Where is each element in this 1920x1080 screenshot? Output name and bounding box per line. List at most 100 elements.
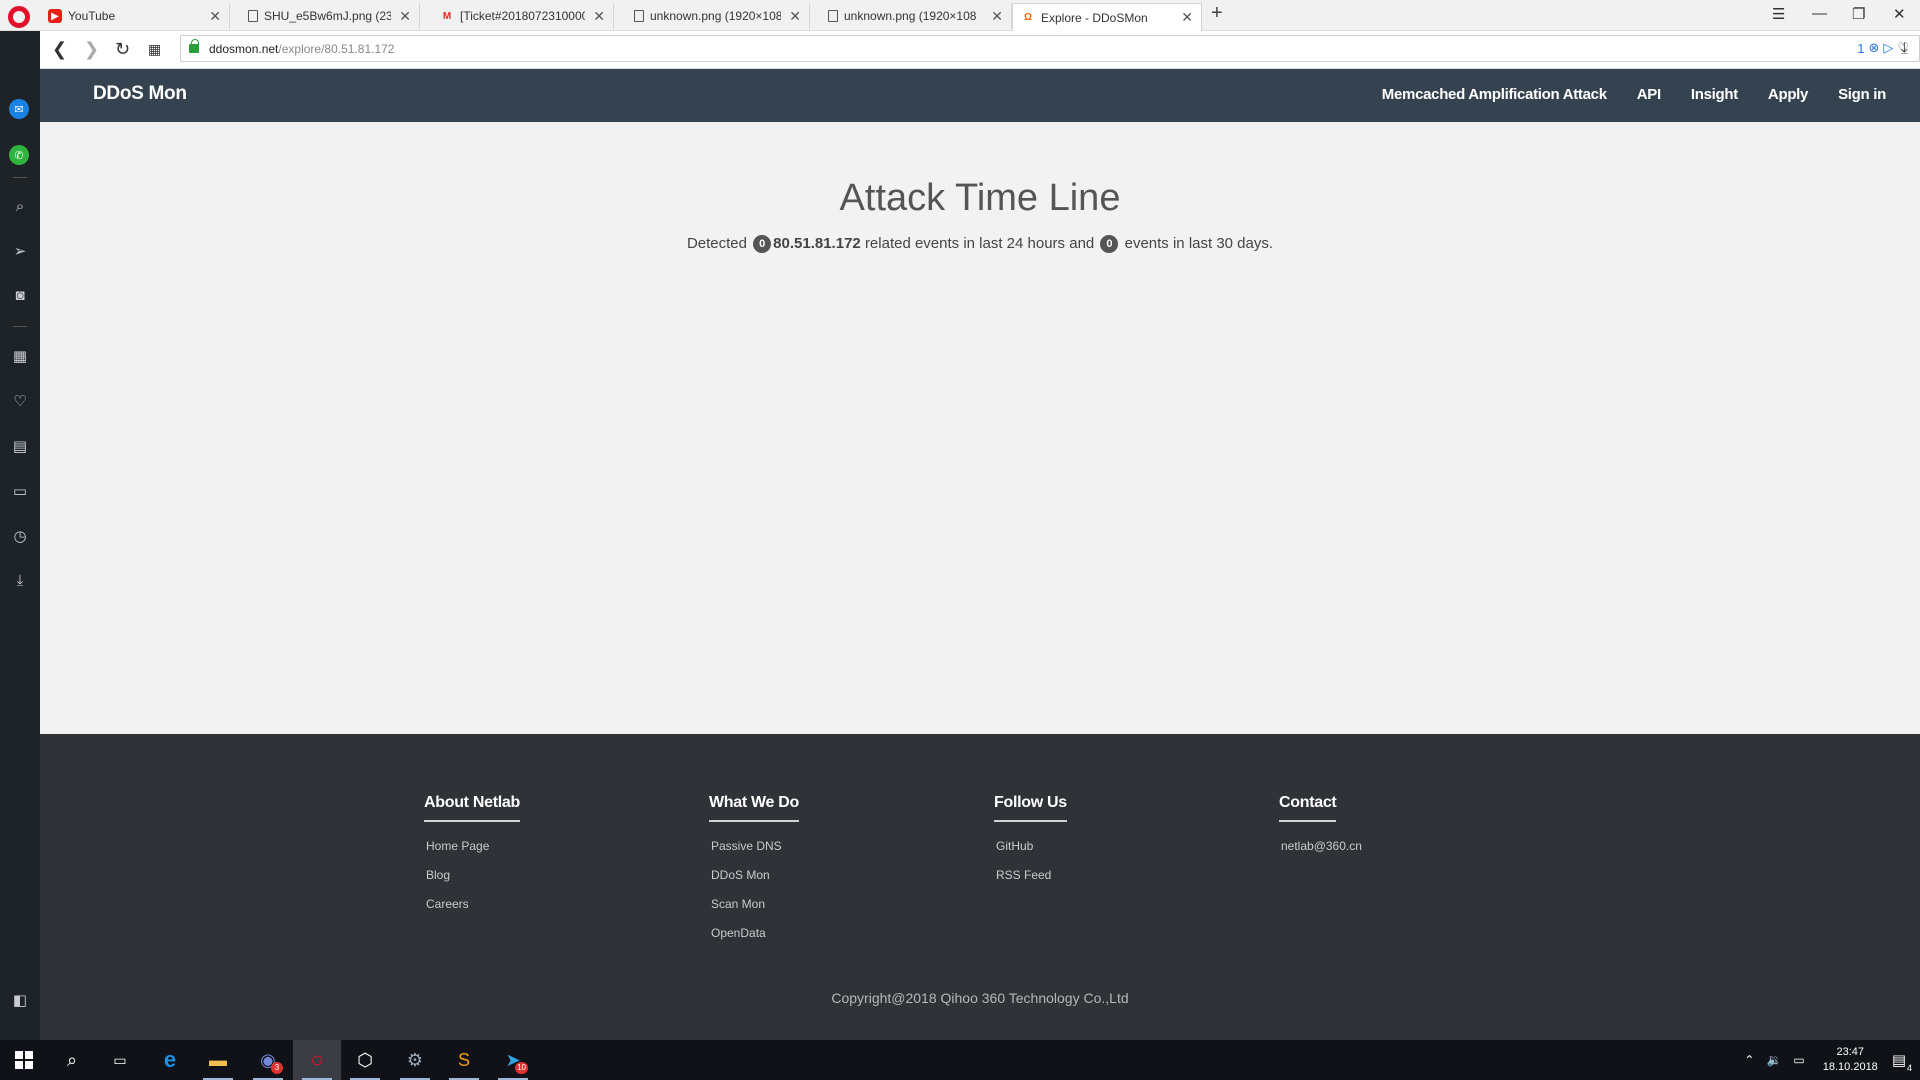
footer-about: About Netlab Home Page Blog Careers: [424, 794, 684, 919]
site-footer: About Netlab Home Page Blog Careers What…: [40, 734, 1920, 1040]
notification-count: 4: [1906, 1063, 1912, 1073]
tab-menu-icon[interactable]: ☰: [1772, 5, 1785, 23]
tab-label: unknown.png (1920×108: [844, 9, 977, 23]
sidebar-toggle-icon[interactable]: ◧: [9, 989, 31, 1011]
downloads-icon[interactable]: ⤓: [1901, 40, 1908, 58]
new-tab-button[interactable]: +: [1211, 2, 1223, 25]
tab-image-1[interactable]: SHU_e5Bw6mJ.png (233× ✕: [240, 3, 420, 29]
system-clock[interactable]: 23:47 18.10.2018: [1823, 1045, 1878, 1075]
footer-link-blog[interactable]: Blog: [424, 861, 684, 890]
close-window-button[interactable]: ✕: [1893, 5, 1906, 23]
adblock-count[interactable]: 1: [1857, 41, 1864, 56]
speed-dial-icon[interactable]: ▦: [9, 345, 31, 367]
footer-link-passive-dns[interactable]: Passive DNS: [709, 832, 969, 861]
footer-contact: Contact netlab@360.cn: [1279, 794, 1539, 861]
tab-image-3[interactable]: unknown.png (1920×108 ✕: [820, 3, 1012, 29]
footer-link-email[interactable]: netlab@360.cn: [1279, 832, 1539, 861]
news-icon[interactable]: ▤: [9, 435, 31, 457]
search-icon[interactable]: ⌕: [48, 1040, 96, 1080]
document-icon: [828, 10, 838, 22]
url-field[interactable]: ddosmon.net/explore/80.51.81.172 1 ⊗ ▷ ♡: [180, 35, 1920, 62]
opera-taskbar-icon[interactable]: ○: [293, 1040, 341, 1080]
document-icon: [634, 10, 644, 22]
site-nav-links: Memcached Amplification Attack API Insig…: [1382, 86, 1887, 103]
footer-link-scan-mon[interactable]: Scan Mon: [709, 890, 969, 919]
page-title: Attack Time Line: [839, 177, 1121, 219]
whatsapp-icon[interactable]: ✆: [9, 145, 29, 165]
minimize-button[interactable]: —: [1812, 5, 1827, 22]
telegram-icon[interactable]: ➤ 10: [489, 1040, 537, 1080]
telegram-badge: 10: [515, 1062, 528, 1074]
tab-label: SHU_e5Bw6mJ.png (233×: [264, 9, 391, 23]
nav-insight[interactable]: Insight: [1691, 86, 1738, 103]
tab-label: [Ticket#20180723100003: [460, 9, 586, 23]
detected-prefix: Detected: [686, 235, 747, 252]
search-icon[interactable]: ⌕: [9, 195, 31, 217]
document-icon: [248, 10, 258, 22]
bookmarks-heart-icon[interactable]: ♡: [9, 390, 31, 412]
opera-menu-icon[interactable]: [8, 6, 30, 28]
site-navbar: DDoS Mon Memcached Amplification Attack …: [40, 69, 1920, 122]
close-tab-icon[interactable]: ✕: [593, 8, 605, 25]
restore-button[interactable]: ❐: [1852, 5, 1865, 23]
footer-link-ddos-mon[interactable]: DDoS Mon: [709, 861, 969, 890]
network-icon[interactable]: ▭: [1793, 1053, 1804, 1067]
nav-memcached[interactable]: Memcached Amplification Attack: [1382, 86, 1607, 103]
count-30d-badge: 0: [1100, 235, 1119, 254]
adblock-icon[interactable]: ⊗: [1868, 40, 1879, 56]
tab-label: YouTube: [68, 9, 116, 23]
footer-link-home[interactable]: Home Page: [424, 832, 684, 861]
footer-heading: Contact: [1279, 794, 1337, 822]
nav-sign-in[interactable]: Sign in: [1838, 86, 1886, 103]
tab-gmail[interactable]: M [Ticket#20180723100003 ✕: [432, 3, 614, 29]
network-app-icon[interactable]: ⚙: [391, 1040, 439, 1080]
tab-youtube[interactable]: ▶ YouTube ✕: [40, 3, 230, 29]
close-tab-icon[interactable]: ✕: [991, 8, 1003, 25]
downloads-icon[interactable]: ⤓: [9, 569, 31, 591]
action-center-icon[interactable]: ▤ 4: [1892, 1051, 1912, 1073]
sublime-text-icon[interactable]: S: [440, 1040, 488, 1080]
footer-what-we-do: What We Do Passive DNS DDoS Mon Scan Mon…: [709, 794, 969, 948]
sidebar-divider: [13, 177, 27, 178]
speed-dial-icon[interactable]: ▦: [148, 40, 161, 58]
close-tab-icon[interactable]: ✕: [789, 8, 801, 25]
file-explorer-icon[interactable]: ▬: [194, 1040, 242, 1080]
start-button[interactable]: [0, 1040, 48, 1080]
tab-ddosmon[interactable]: Ω Explore - DDoSMon ✕: [1012, 3, 1202, 31]
volume-icon[interactable]: 🔉: [1766, 1053, 1781, 1067]
browser-tab-bar: ▶ YouTube ✕ SHU_e5Bw6mJ.png (233× ✕ M [T…: [0, 0, 1920, 31]
discord-icon[interactable]: ◉ 3: [244, 1040, 292, 1080]
secure-lock-icon: [189, 39, 199, 53]
footer-follow-us: Follow Us GitHub RSS Feed: [994, 794, 1254, 890]
nav-api[interactable]: API: [1637, 86, 1661, 103]
edge-icon[interactable]: e: [146, 1040, 194, 1080]
detected-suffix: events in last 30 days.: [1124, 235, 1274, 252]
virtualbox-icon[interactable]: ⬡: [341, 1040, 389, 1080]
close-tab-icon[interactable]: ✕: [209, 8, 221, 25]
send-icon[interactable]: ▷: [1883, 40, 1893, 56]
web-page: DDoS Mon Memcached Amplification Attack …: [40, 69, 1920, 1040]
close-tab-icon[interactable]: ✕: [399, 8, 411, 25]
tabs-icon[interactable]: ▭: [9, 480, 31, 502]
tab-label: unknown.png (1920×108: [650, 9, 782, 23]
forward-button[interactable]: ❯: [84, 40, 99, 58]
youtube-icon: ▶: [48, 9, 62, 23]
sidebar-divider: [13, 326, 27, 327]
footer-link-rss[interactable]: RSS Feed: [994, 861, 1254, 890]
footer-link-opendata[interactable]: OpenData: [709, 919, 969, 948]
back-button[interactable]: ❮: [52, 40, 67, 58]
site-brand[interactable]: DDoS Mon: [93, 83, 187, 105]
history-clock-icon[interactable]: ◷: [9, 525, 31, 547]
messenger-icon[interactable]: ✉: [9, 99, 29, 119]
nav-apply[interactable]: Apply: [1768, 86, 1808, 103]
show-hidden-icons-icon[interactable]: ⌃: [1744, 1053, 1754, 1067]
snapshot-camera-icon[interactable]: ◙: [9, 284, 31, 306]
reload-button[interactable]: ↻: [115, 40, 130, 58]
tab-image-2[interactable]: unknown.png (1920×108 ✕: [626, 3, 810, 29]
footer-link-github[interactable]: GitHub: [994, 832, 1254, 861]
task-view-icon[interactable]: ▭: [96, 1040, 144, 1080]
footer-link-careers[interactable]: Careers: [424, 890, 684, 919]
close-tab-icon[interactable]: ✕: [1181, 9, 1193, 26]
gmail-icon: M: [442, 10, 452, 22]
flow-send-icon[interactable]: ➢: [9, 240, 31, 262]
